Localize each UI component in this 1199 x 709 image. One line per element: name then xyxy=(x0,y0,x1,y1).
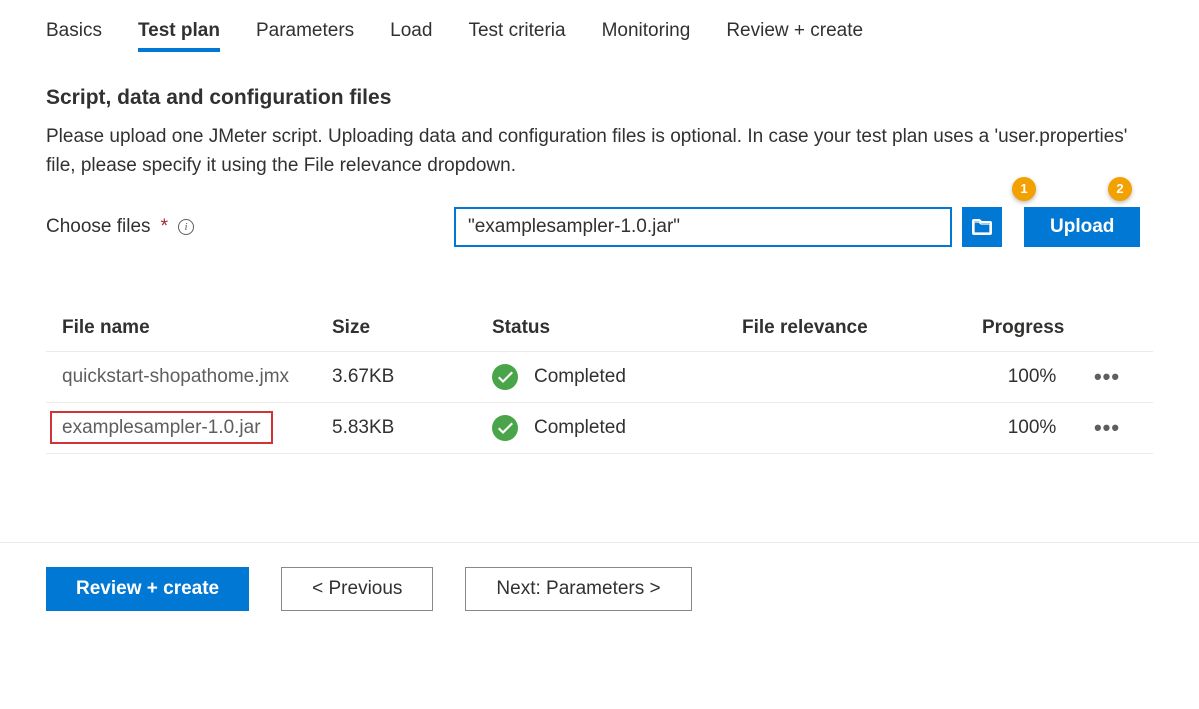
browse-button[interactable] xyxy=(962,207,1002,247)
status-text: Completed xyxy=(534,417,626,439)
column-header-relevance[interactable]: File relevance xyxy=(742,317,982,339)
status-text: Completed xyxy=(534,366,626,388)
check-icon xyxy=(492,415,518,441)
table-row: examplesampler-1.0.jar 5.83KB Completed … xyxy=(46,403,1153,454)
callout-badge-1: 1 xyxy=(1012,177,1036,201)
column-header-progress[interactable]: Progress xyxy=(982,317,1082,339)
file-progress-cell: 100% xyxy=(982,417,1082,439)
section-title: Script, data and configuration files xyxy=(46,86,1153,110)
file-status-cell: Completed xyxy=(492,415,742,441)
review-create-button[interactable]: Review + create xyxy=(46,567,249,611)
file-size-cell: 5.83KB xyxy=(332,417,492,439)
more-icon: ••• xyxy=(1094,415,1120,441)
required-asterisk: * xyxy=(161,216,168,238)
choose-files-row: Choose files * i Upload 1 2 xyxy=(46,207,1153,247)
tab-load[interactable]: Load xyxy=(390,20,432,50)
column-header-actions xyxy=(1082,317,1132,339)
upload-button[interactable]: Upload xyxy=(1024,207,1140,247)
files-table: File name Size Status File relevance Pro… xyxy=(46,307,1153,454)
column-header-status[interactable]: Status xyxy=(492,317,742,339)
choose-files-label-text: Choose files xyxy=(46,216,151,238)
file-input[interactable] xyxy=(454,207,952,247)
info-icon[interactable]: i xyxy=(178,219,194,235)
file-status-cell: Completed xyxy=(492,364,742,390)
tab-test-criteria[interactable]: Test criteria xyxy=(468,20,565,50)
next-button[interactable]: Next: Parameters > xyxy=(465,567,691,611)
file-name-cell: examplesampler-1.0.jar xyxy=(50,411,273,444)
table-row: quickstart-shopathome.jmx 3.67KB Complet… xyxy=(46,352,1153,403)
file-progress-cell: 100% xyxy=(982,366,1082,388)
check-icon xyxy=(492,364,518,390)
footer-actions: Review + create < Previous Next: Paramet… xyxy=(46,543,1153,631)
more-icon: ••• xyxy=(1094,364,1120,390)
tab-bar: Basics Test plan Parameters Load Test cr… xyxy=(46,20,1153,50)
callout-badge-2: 2 xyxy=(1108,177,1132,201)
file-size-cell: 3.67KB xyxy=(332,366,492,388)
row-actions-button[interactable]: ••• xyxy=(1082,364,1132,390)
choose-files-label: Choose files * i xyxy=(46,216,454,238)
tab-review-create[interactable]: Review + create xyxy=(726,20,863,50)
table-header: File name Size Status File relevance Pro… xyxy=(46,307,1153,352)
section-description: Please upload one JMeter script. Uploadi… xyxy=(46,122,1153,181)
column-header-name[interactable]: File name xyxy=(62,317,332,339)
column-header-size[interactable]: Size xyxy=(332,317,492,339)
tab-basics[interactable]: Basics xyxy=(46,20,102,50)
tab-monitoring[interactable]: Monitoring xyxy=(602,20,691,50)
tab-parameters[interactable]: Parameters xyxy=(256,20,354,50)
row-actions-button[interactable]: ••• xyxy=(1082,415,1132,441)
file-name-cell: quickstart-shopathome.jmx xyxy=(62,366,289,387)
previous-button[interactable]: < Previous xyxy=(281,567,433,611)
tab-test-plan[interactable]: Test plan xyxy=(138,20,220,50)
folder-icon xyxy=(972,219,992,235)
